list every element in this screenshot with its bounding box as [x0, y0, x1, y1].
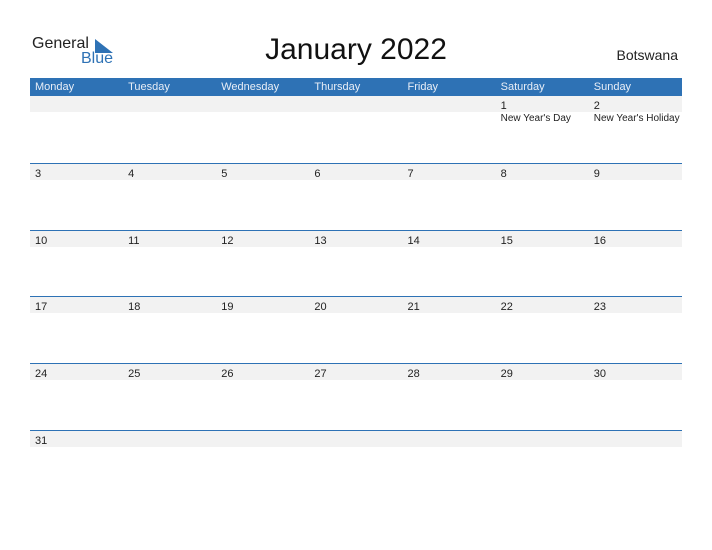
day-cell: 13 — [309, 231, 402, 247]
weekday-wednesday: Wednesday — [221, 81, 280, 93]
day-cell: 22 — [496, 297, 589, 313]
day-cell: 4 — [123, 164, 216, 180]
day-cell — [403, 431, 496, 447]
weekday-friday: Friday — [407, 81, 439, 93]
day-cell — [403, 96, 496, 112]
day-number: 15 — [500, 234, 513, 247]
day-cell — [496, 431, 589, 447]
day-number: 31 — [35, 434, 48, 447]
day-number: 5 — [221, 168, 228, 180]
weekday-tuesday: Tuesday — [128, 81, 170, 93]
day-number: 28 — [407, 368, 420, 381]
week-date-band: 31 — [30, 430, 682, 447]
calendar-grid: Monday Tuesday Wednesday Thursday Friday Satu… — [30, 78, 682, 496]
day-number: 8 — [500, 168, 507, 180]
weekday-sunday: Sunday — [593, 81, 632, 93]
day-cell: 24 — [30, 364, 123, 380]
day-number: 25 — [128, 368, 141, 381]
day-cell: 30 — [589, 364, 682, 380]
day-number: 20 — [314, 301, 327, 314]
day-cell: 1 New Year's Day — [496, 96, 589, 124]
day-number: 1 — [500, 100, 507, 112]
day-cell: 19 — [216, 297, 309, 313]
day-number: 7 — [407, 168, 414, 180]
day-cell — [123, 96, 216, 112]
day-cell: 12 — [216, 231, 309, 247]
week-row: 31 — [30, 429, 682, 497]
day-number: 10 — [35, 234, 48, 247]
week-date-band: 24 25 26 27 28 29 30 — [30, 364, 682, 381]
weekday-saturday: Saturday — [500, 81, 545, 93]
week-date-band: 10 11 12 13 14 15 16 — [30, 230, 682, 247]
day-number: 12 — [221, 234, 234, 247]
day-cell: 2 New Year's Holiday — [589, 96, 682, 124]
day-number: 14 — [407, 234, 420, 247]
week-date-band: 3 4 5 6 7 8 9 — [30, 164, 682, 180]
weeks-container: 1 New Year's Day 2 New Year's Holiday 3 4 5 6 7 8… — [30, 96, 682, 496]
day-number: 3 — [35, 168, 42, 180]
day-number: 17 — [35, 301, 48, 314]
week-row: 3 4 5 6 7 8 9 — [30, 163, 682, 230]
day-cell — [216, 96, 309, 112]
day-cell: 3 — [30, 164, 123, 180]
day-number: 9 — [593, 168, 600, 180]
day-cell: 18 — [123, 297, 216, 313]
day-number: 19 — [221, 301, 234, 314]
day-number: 18 — [128, 301, 141, 314]
day-number: 13 — [314, 234, 327, 247]
day-cell — [216, 431, 309, 447]
day-cell: 25 — [123, 364, 216, 380]
week-row: 1 New Year's Day 2 New Year's Holiday — [30, 96, 682, 163]
country-label: Botswana — [616, 47, 678, 63]
day-number: 16 — [593, 234, 606, 247]
day-cell — [589, 431, 682, 447]
day-cell: 16 — [589, 231, 682, 247]
day-cell: 26 — [216, 364, 309, 380]
day-number: 4 — [128, 168, 135, 180]
week-row: 24 25 26 27 28 29 30 — [30, 363, 682, 430]
day-number: 22 — [500, 301, 513, 314]
day-number: 27 — [314, 368, 327, 381]
day-cell: 10 — [30, 231, 123, 247]
day-number: 23 — [593, 301, 606, 314]
day-number: 21 — [407, 301, 420, 314]
day-cell: 9 — [589, 164, 682, 180]
day-number: 11 — [128, 234, 140, 247]
day-cell: 17 — [30, 297, 123, 313]
holiday-label: New Year's Holiday — [593, 113, 680, 124]
day-cell: 21 — [403, 297, 496, 313]
day-cell: 15 — [496, 231, 589, 247]
week-date-band: 1 New Year's Day 2 New Year's Holiday — [30, 96, 682, 124]
day-cell — [123, 431, 216, 447]
day-number: 30 — [593, 368, 606, 381]
day-cell: 28 — [403, 364, 496, 380]
calendar-title: January 2022 — [265, 33, 447, 66]
holiday-label: New Year's Day — [500, 113, 571, 124]
day-number: 26 — [221, 368, 234, 381]
day-cell: 14 — [403, 231, 496, 247]
day-number: 6 — [314, 168, 321, 180]
day-number: 24 — [35, 368, 48, 381]
day-cell — [309, 431, 402, 447]
weekday-thursday: Thursday — [314, 81, 361, 93]
day-cell: 31 — [30, 431, 123, 447]
day-cell — [309, 96, 402, 112]
weekday-header: Monday Tuesday Wednesday Thursday Friday Satu… — [30, 78, 682, 96]
day-cell: 27 — [309, 364, 402, 380]
week-row: 10 11 12 13 14 15 16 — [30, 229, 682, 297]
day-cell: 20 — [309, 297, 402, 313]
day-cell — [30, 96, 123, 112]
day-cell: 5 — [216, 164, 309, 180]
day-cell: 23 — [589, 297, 682, 313]
week-row: 17 18 19 20 21 22 23 — [30, 296, 682, 363]
day-number: 2 — [593, 100, 600, 112]
day-cell: 29 — [496, 364, 589, 380]
day-cell: 8 — [496, 164, 589, 180]
day-cell: 7 — [403, 164, 496, 180]
week-date-band: 17 18 19 20 21 22 23 — [30, 297, 682, 314]
day-cell: 11 — [123, 231, 216, 247]
day-number: 29 — [500, 368, 513, 381]
day-cell: 6 — [309, 164, 402, 180]
weekday-monday: Monday — [35, 81, 75, 93]
